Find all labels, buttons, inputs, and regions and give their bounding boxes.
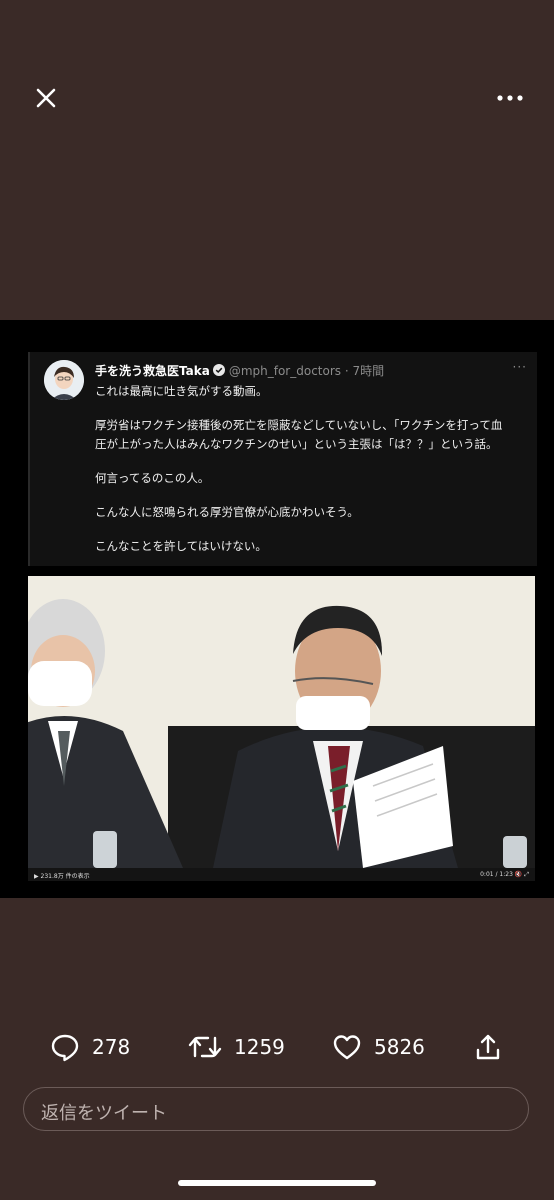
avatar [44,360,84,400]
tweet-text: これは最高に吐き気がする動画。 厚労省はワクチン接種後の死亡を隠蔽などしていない… [95,382,527,556]
tweet-more-icon: ··· [512,360,527,374]
author-name[interactable]: 手を洗う救急医Taka [95,364,210,378]
home-indicator[interactable] [178,1180,376,1186]
time-display: 0:01 / 1:23 [480,871,513,878]
tweet-line: これは最高に吐き気がする動画。 [95,384,268,398]
reply-icon [51,1034,79,1062]
heart-icon [333,1035,361,1060]
video-player[interactable]: ▶ 231.8万 件の表示 0:01 / 1:23 🔇 ⤢ [28,576,535,881]
tweet-header: 手を洗う救急医Taka @mph_for_doctors · 7時間 [95,362,384,379]
video-frame [28,576,535,868]
author-handle[interactable]: @mph_for_doctors [229,364,341,378]
tweet-line: 圧が上がった人はみんなワクチンのせい」という主張は「は？？」という話。 [95,437,498,451]
like-count: 5826 [374,1035,425,1059]
view-count: 231.8万 件の表示 [40,873,90,880]
close-button[interactable] [30,82,62,114]
tweet-line: こんな人に怒鳴られる厚労官僚が心底かわいそう。 [95,505,359,519]
tweet-time: · 7時間 [344,364,385,378]
like-button[interactable]: 5826 [332,1030,425,1064]
share-button[interactable] [473,1030,503,1064]
embedded-tweet: 手を洗う救急医Taka @mph_for_doctors · 7時間 ··· これ… [28,352,537,566]
video-controls[interactable]: ▶ 231.8万 件の表示 0:01 / 1:23 🔇 ⤢ [28,868,535,881]
verified-badge-icon [212,364,225,379]
tweet-actions: 278 1259 5826 [0,1030,554,1064]
reply-count: 278 [92,1035,131,1059]
reply-button[interactable]: 278 [50,1030,130,1064]
video-time: 0:01 / 1:23 🔇 ⤢ [480,871,529,878]
share-icon [476,1034,500,1060]
close-icon [36,88,56,108]
reply-input[interactable]: 返信をツイート [23,1087,529,1131]
more-horizontal-icon [497,95,523,101]
tweet-line: 何言ってるのこの人。 [95,471,210,485]
reply-placeholder: 返信をツイート [41,1103,167,1124]
retweet-button[interactable]: 1259 [188,1030,285,1064]
tweet-line: こんなことを許してはいけない。 [95,539,267,553]
retweet-icon [188,1036,222,1058]
retweet-count: 1259 [234,1035,285,1059]
video-views: ▶ 231.8万 件の表示 [34,873,90,880]
more-options-button[interactable] [494,86,526,110]
tweet-line: 厚労省はワクチン接種後の死亡を隠蔽などしていないし、「ワクチンを打って血 [95,418,503,432]
